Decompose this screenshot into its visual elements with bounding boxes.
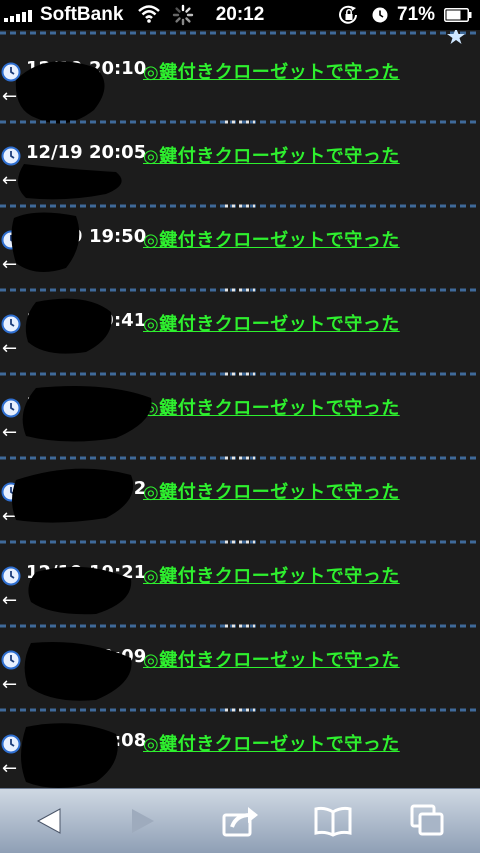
entry-row: 12/19 19:08◎鍵付きクローゼットで守った←	[0, 712, 480, 788]
entry-row: 12/19 20:05 ◎鍵付きクローゼットで守った ←	[0, 124, 480, 208]
entry-row: 12/19 19:32◎鍵付きクローゼットで守った←	[0, 460, 480, 544]
signal-bars-icon	[4, 9, 34, 22]
page-content: 12/19 20:10◎鍵付きクローゼットで守った←12/19 20:05◎鍵付…	[0, 30, 480, 788]
wifi-icon	[138, 5, 160, 23]
alarm-clock-icon	[372, 7, 388, 23]
entry-link[interactable]: ◎鍵付きクローゼットで守った	[143, 562, 400, 588]
entry-link[interactable]: ◎鍵付きクローゼットで守った	[143, 646, 400, 672]
entry-row: 12/19 19:41◎鍵付きクローゼットで守った←	[0, 292, 480, 376]
redaction-mark	[15, 61, 105, 124]
top-separator	[0, 31, 480, 35]
entry-link[interactable]: ◎鍵付きクローゼットで守った	[143, 310, 400, 336]
battery-percent: 71%	[397, 4, 436, 25]
battery-icon	[444, 8, 472, 22]
redaction-mark	[24, 642, 132, 701]
entry-link[interactable]: ◎鍵付きクローゼットで守った	[143, 142, 400, 168]
safari-toolbar	[0, 788, 480, 853]
entry-link[interactable]: ◎鍵付きクローゼットで守った	[143, 394, 400, 420]
entry-row: 12/19 19:50 ◎鍵付きクローゼットで守った ←	[0, 208, 480, 292]
entry-link[interactable]: ◎鍵付きクローゼットで守った	[143, 478, 400, 504]
forward-arrow-icon[interactable]	[124, 803, 164, 839]
redaction-mark	[21, 723, 118, 788]
redaction-mark	[11, 212, 80, 272]
redaction-mark	[25, 298, 112, 354]
entry-row: 12/19 19:33◎鍵付きクローゼットで守った←	[0, 376, 480, 460]
redaction-mark	[17, 164, 122, 200]
entry-row: 12/19 19:21◎鍵付きクローゼットで守った←	[0, 544, 480, 628]
redaction-mark	[22, 385, 152, 442]
bookmarks-book-icon[interactable]	[313, 803, 353, 839]
redaction-mark	[12, 468, 134, 523]
activity-spinner-icon	[172, 4, 194, 26]
entry-row: 12/19 19:09◎鍵付きクローゼットで守った←	[0, 628, 480, 712]
entry-link[interactable]: ◎鍵付きクローゼットで守った	[143, 730, 400, 756]
entry-row: 12/19 20:10◎鍵付きクローゼットで守った←	[0, 40, 480, 124]
redaction-mark	[28, 566, 132, 615]
entry-link[interactable]: ◎鍵付きクローゼットで守った	[143, 58, 400, 84]
back-arrow-icon[interactable]	[28, 803, 68, 839]
carrier-name: SoftBank	[40, 4, 124, 25]
status-bar: SoftBank 20:12 71%	[0, 0, 480, 30]
rotation-lock-icon	[339, 5, 357, 24]
entry-link[interactable]: ◎鍵付きクローゼットで守った	[143, 226, 400, 252]
share-icon[interactable]	[220, 803, 260, 839]
tabs-pages-icon[interactable]	[408, 803, 448, 839]
